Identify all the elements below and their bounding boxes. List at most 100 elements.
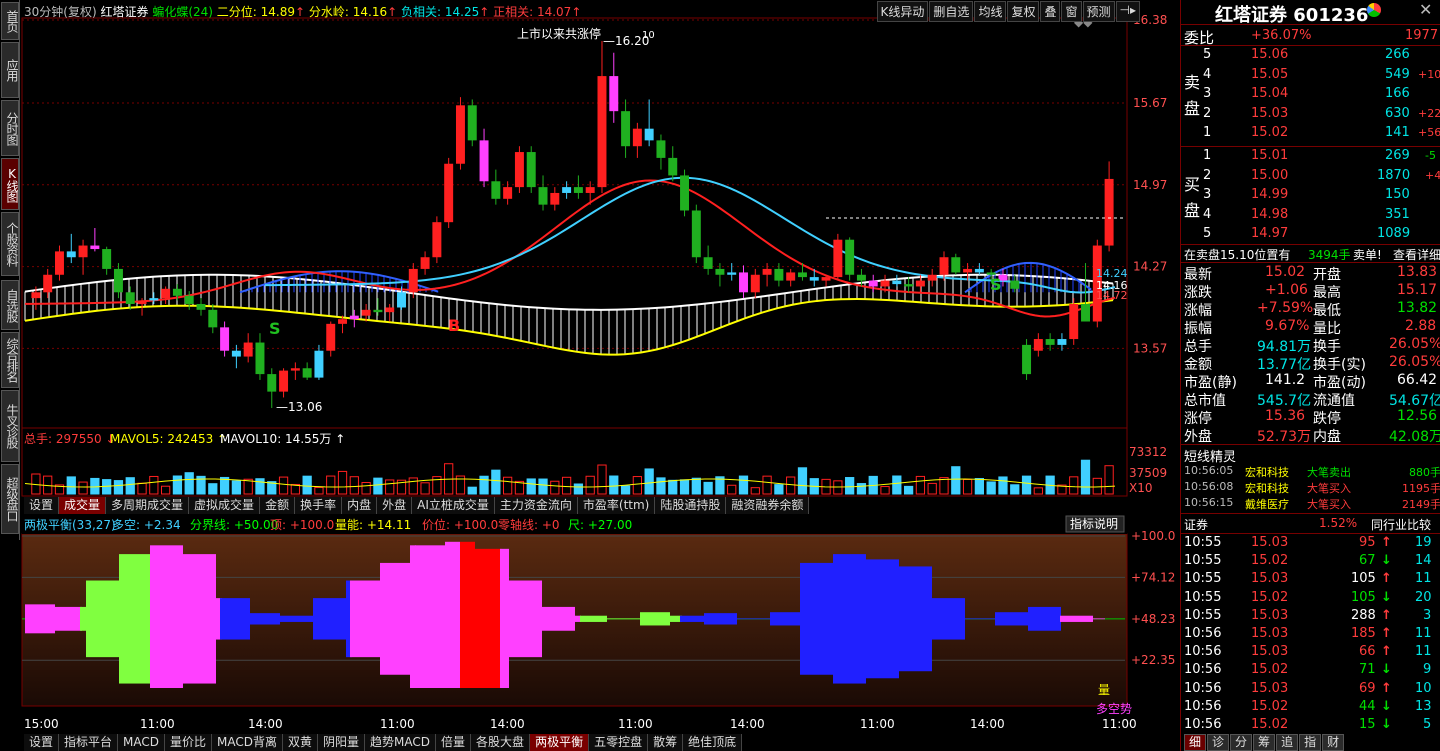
left-tab-5[interactable]: 自选股	[1, 280, 19, 330]
period-label[interactable]: 30分钟(复权)	[24, 5, 97, 19]
ind-wave	[31, 604, 34, 634]
volume-tab-12[interactable]: 融资融券余额	[726, 497, 810, 514]
volume-tab-6[interactable]: 内盘	[342, 497, 378, 514]
ind-wave	[371, 580, 374, 658]
vol-bar-4	[78, 481, 88, 495]
order-detail-link[interactable]: 查看详细	[1393, 246, 1440, 263]
quote-tab-3[interactable]: 筹	[1253, 734, 1276, 751]
toolbar-btn-1[interactable]: 删自选	[929, 1, 974, 22]
stat-label-0: 最新	[1184, 267, 1212, 283]
ind-wave	[268, 613, 271, 625]
ind-wave	[137, 554, 140, 684]
indicator-tab-0[interactable]: 设置	[24, 734, 60, 751]
toolbar-btn-4[interactable]: 叠	[1040, 1, 1061, 22]
left-tab-7[interactable]: 牛叉诊股	[1, 390, 19, 462]
left-tab-3[interactable]: K线图	[1, 158, 19, 210]
candle-body-0	[31, 292, 41, 299]
ind-wave	[646, 612, 649, 626]
ind-wave	[521, 580, 524, 658]
indicator-tab-1[interactable]: 指标平台	[59, 734, 119, 751]
indicator-tab-4[interactable]: MACD背离	[212, 734, 284, 751]
ind-wave	[710, 613, 713, 625]
elf-action-2[interactable]: 大笔买入	[1307, 496, 1351, 512]
ind-wave	[353, 580, 356, 658]
ind-wave	[512, 580, 515, 658]
volume-tab-4[interactable]: 金额	[260, 497, 296, 514]
indicator-tab-3[interactable]: 量价比	[165, 734, 213, 751]
ind-wave	[1102, 618, 1105, 620]
left-tab-8[interactable]: 超级盘口	[1, 464, 19, 534]
ind-wave	[460, 541, 463, 688]
vol-bar-80	[974, 478, 985, 495]
ind-wave	[457, 541, 460, 688]
quote-tab-0[interactable]: 细	[1184, 734, 1207, 751]
pin-icon[interactable]: ⊣▸	[1115, 1, 1140, 22]
sell-signal-1: S	[269, 319, 281, 338]
candle-body-71	[868, 280, 878, 287]
toolbar-btn-0[interactable]: K线异动	[876, 1, 929, 22]
elf-action-1[interactable]: 大笔买入	[1307, 480, 1351, 496]
ind-wave	[1093, 618, 1096, 620]
volume-tab-11[interactable]: 陆股通持股	[655, 497, 727, 514]
pie-icon[interactable]	[1367, 3, 1381, 17]
toolbar-btn-3[interactable]: 复权	[1007, 1, 1040, 22]
quote-tab-6[interactable]: 财	[1322, 734, 1345, 751]
ind-wave	[667, 612, 670, 626]
volume-tab-1[interactable]: 成交量	[59, 497, 107, 514]
candle-body-37	[467, 105, 477, 141]
left-tab-2[interactable]: 分时图	[1, 100, 19, 156]
stat-label-1: 涨跌	[1184, 285, 1212, 301]
volume-tab-9[interactable]: 主力资金流向	[494, 497, 578, 514]
elf-stock-0: 宏和科技	[1245, 466, 1289, 479]
stat-label-9: 外盘	[1184, 429, 1212, 445]
quote-tab-5[interactable]: 指	[1299, 734, 1322, 751]
indicator-tab-11[interactable]: 五零控盘	[589, 734, 649, 751]
candle-body-76	[927, 274, 937, 281]
left-tab-1[interactable]: 应用	[1, 42, 19, 98]
volume-tab-0[interactable]: 设置	[24, 497, 60, 514]
quote-tab-1[interactable]: 诊	[1207, 734, 1230, 751]
indicator-tab-2[interactable]: MACD	[118, 734, 166, 751]
tick-count-9: 13	[1415, 698, 1432, 714]
indicator-tab-13[interactable]: 绝佳顶底	[683, 734, 743, 751]
indicator-tab-5[interactable]: 双黄	[283, 734, 319, 751]
ind-wave	[410, 545, 413, 688]
ind-wave	[204, 554, 207, 684]
toolbar-btn-2[interactable]: 均线	[974, 1, 1007, 22]
ind-wave	[445, 541, 448, 688]
volume-tab-2[interactable]: 多周期成交量	[106, 497, 190, 514]
volume-tab-3[interactable]: 虚拟成交量	[189, 497, 261, 514]
left-tab-4[interactable]: 个股资料	[1, 212, 19, 276]
stat-label-8: 涨停	[1184, 411, 1212, 427]
toolbar-btn-6[interactable]: 预测	[1082, 1, 1115, 22]
sector-compare-link[interactable]: 同行业比较	[1371, 516, 1431, 533]
volume-tab-8[interactable]: AI立桩成交量	[412, 497, 495, 514]
stat-label2-4: 换手	[1313, 339, 1341, 355]
ask-vol-0: 266	[1385, 47, 1410, 62]
close-icon[interactable]: ✕	[1419, 0, 1432, 19]
ind-wave	[595, 615, 598, 622]
ask-vol-4: 141	[1385, 125, 1410, 140]
toolbar-btn-5[interactable]: 窗	[1061, 1, 1082, 22]
indicator-tab-10[interactable]: 两极平衡	[530, 734, 590, 751]
indicator-tab-9[interactable]: 各股大盘	[471, 734, 531, 751]
indicator-tab-7[interactable]: 趋势MACD	[365, 734, 437, 751]
candle-body-49	[609, 76, 619, 112]
left-tab-0[interactable]: 首页	[1, 2, 19, 40]
volume-tab-5[interactable]: 换手率	[295, 497, 343, 514]
quote-tab-4[interactable]: 追	[1276, 734, 1299, 751]
ind-wave	[956, 598, 959, 640]
left-tab-6[interactable]: 综合排名	[1, 332, 19, 388]
elf-action-0[interactable]: 大笔卖出	[1307, 464, 1351, 480]
volume-tab-10[interactable]: 市盈率(ttm)	[577, 497, 656, 514]
quote-tab-2[interactable]: 分	[1230, 734, 1253, 751]
indicator-tab-6[interactable]: 阴阳量	[318, 734, 366, 751]
ind-wave	[1016, 612, 1019, 626]
indicator-tab-8[interactable]: 倍量	[436, 734, 472, 751]
volume-tab-7[interactable]: 外盘	[377, 497, 413, 514]
ind-wave	[298, 615, 301, 622]
tick-arrow-4: ↑	[1381, 607, 1392, 623]
ask-price-1: 15.05	[1251, 66, 1289, 82]
stat-val2-1: 15.17	[1397, 282, 1438, 298]
indicator-tab-12[interactable]: 散筹	[648, 734, 684, 751]
